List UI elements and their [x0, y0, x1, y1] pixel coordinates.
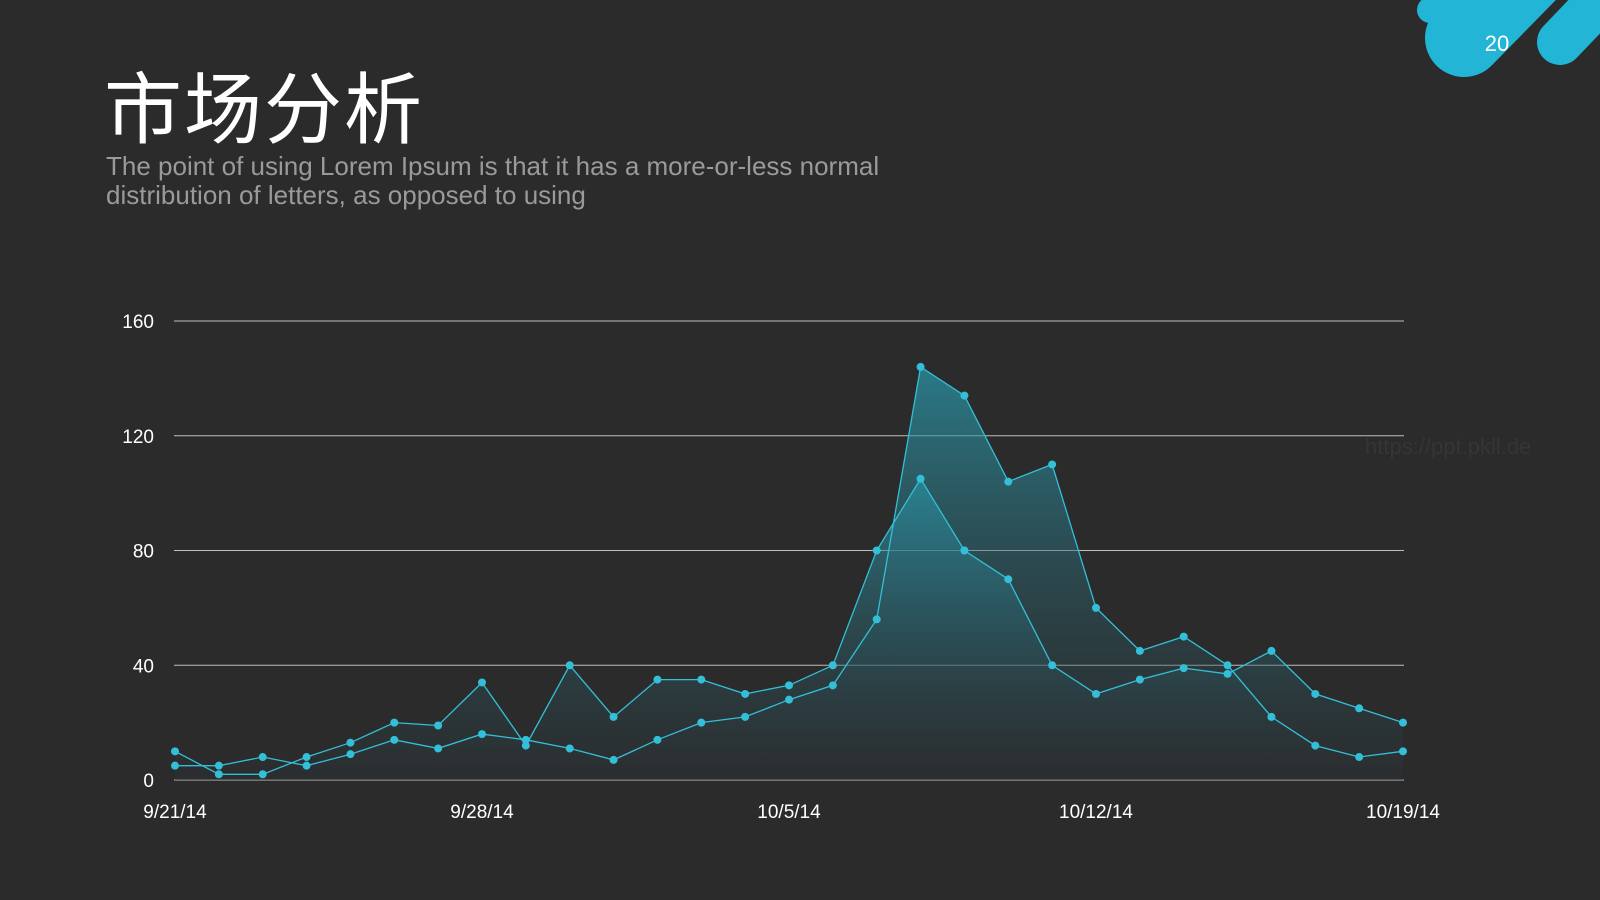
series-2-point-23: [1179, 632, 1188, 641]
series-2-point-13: [741, 712, 750, 721]
series-2-point-1: [214, 761, 223, 770]
y-tick-label: 80: [133, 542, 154, 563]
series-1-point-18: [960, 546, 969, 555]
series-1-point-6: [434, 721, 443, 730]
series-2-point-22: [1135, 646, 1144, 655]
x-tick-label: 10/19/14: [1366, 802, 1440, 823]
corner-stripe-right: [1537, 0, 1600, 65]
series-1-point-17: [916, 474, 925, 483]
series-1-point-3: [302, 753, 311, 762]
series-2-point-26: [1311, 741, 1320, 750]
series-2-point-6: [434, 744, 443, 753]
series-2-point-25: [1267, 712, 1276, 721]
series-2-point-9: [565, 744, 574, 753]
market-chart: 0 40 80 120 160 9/21/14 9/28/14 10/5/14 10/12/1…: [122, 0, 1600, 823]
series-2-point-27: [1355, 753, 1364, 762]
y-tick-label: 0: [143, 771, 154, 792]
series-1-point-12: [697, 675, 706, 684]
series-1-point-0: [171, 747, 179, 756]
series-2-area: [175, 366, 1403, 780]
series-1-point-2: [258, 770, 267, 779]
series-1-point-4: [346, 738, 355, 747]
page-number: 20: [1484, 31, 1510, 56]
series-2-point-28: [1399, 747, 1407, 756]
series-1-point-23: [1179, 664, 1188, 673]
series-2-point-5: [390, 735, 399, 744]
series-2-point-21: [1092, 603, 1100, 612]
x-axis-ticks: 9/21/14 9/28/14 10/5/14 10/12/14 10/19/14: [143, 802, 1440, 823]
series-1-point-26: [1311, 689, 1320, 698]
series-2-point-19: [1004, 477, 1013, 486]
y-tick-label: 160: [122, 312, 154, 333]
x-tick-label: 9/21/14: [143, 802, 207, 823]
series-1-point-28: [1399, 718, 1407, 727]
series-2-point-4: [346, 750, 355, 759]
series-2-point-7: [478, 730, 486, 739]
series-2-point-15: [828, 681, 837, 690]
series-1-point-16: [872, 546, 881, 555]
series-2-point-10: [609, 755, 618, 764]
series-1-point-1: [214, 770, 223, 779]
series-1-point-7: [478, 678, 486, 687]
series-1-point-5: [390, 718, 399, 727]
series-2-point-17: [916, 362, 925, 371]
series-1-point-21: [1092, 689, 1100, 698]
series-1-point-9: [565, 661, 574, 670]
series-2-point-0: [171, 761, 179, 770]
series-2-point-16: [872, 615, 881, 624]
series-1-point-15: [828, 661, 837, 670]
series-2-point-24: [1223, 661, 1232, 670]
series-2-point-18: [960, 391, 969, 400]
series-2-point-3: [302, 761, 311, 770]
y-tick-label: 40: [133, 656, 154, 677]
series-2-point-14: [785, 695, 793, 704]
series-1-point-22: [1135, 675, 1144, 684]
x-tick-label: 10/5/14: [757, 802, 821, 823]
series-2-point-11: [653, 735, 662, 744]
watermark: https://ppt.pkll.de: [1365, 434, 1532, 459]
series-1-point-25: [1267, 646, 1276, 655]
series-1-point-24: [1223, 669, 1232, 678]
series-1-point-19: [1004, 575, 1013, 584]
series-2-point-12: [697, 718, 706, 727]
series-1-point-14: [785, 681, 793, 690]
series-2-point-20: [1048, 460, 1057, 469]
series-2-point-2: [258, 753, 267, 762]
x-tick-label: 9/28/14: [450, 802, 514, 823]
series-1-point-11: [653, 675, 662, 684]
y-axis-ticks: 0 40 80 120 160: [122, 312, 154, 792]
series-1-point-27: [1355, 704, 1364, 713]
y-tick-label: 120: [122, 427, 154, 448]
series-1-point-20: [1048, 661, 1057, 670]
series-2-point-8: [521, 735, 530, 744]
series-1-point-13: [741, 689, 750, 698]
area-series: [175, 366, 1403, 780]
series-1-point-10: [609, 712, 618, 721]
x-tick-label: 10/12/14: [1059, 802, 1133, 823]
